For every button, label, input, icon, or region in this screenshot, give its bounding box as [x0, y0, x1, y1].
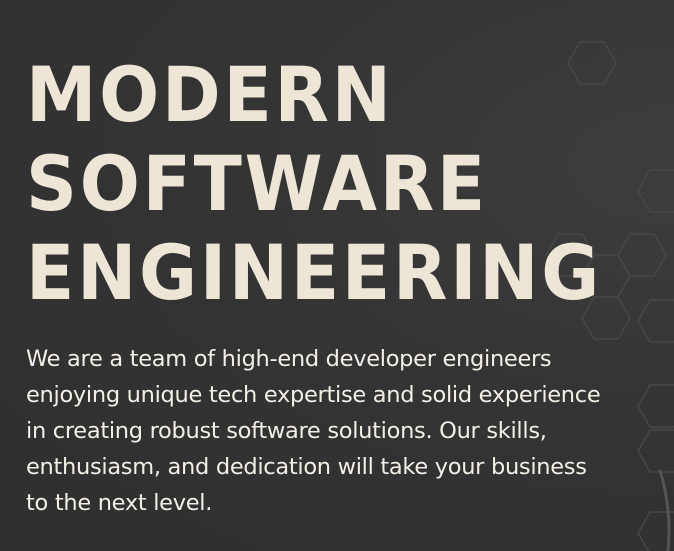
description-line: enthusiasm, and dedication will take you… — [26, 454, 587, 480]
description-line: in creating robust software solutions. O… — [26, 418, 547, 444]
headline-line: ENGINEERING — [26, 228, 603, 317]
headline-line: SOFTWARE — [26, 139, 489, 228]
description-line: enjoying unique tech expertise and solid… — [26, 382, 601, 408]
hero-headline: MODERN SOFTWARE ENGINEERING — [26, 0, 621, 317]
hero-description: We are a team of high-end developer engi… — [26, 341, 666, 521]
hero-section: MODERN SOFTWARE ENGINEERING We are a tea… — [26, 0, 666, 516]
description-line: We are a team of high-end developer engi… — [26, 346, 552, 372]
headline-line: MODERN — [26, 50, 394, 139]
description-line: to the next level. — [26, 490, 213, 516]
